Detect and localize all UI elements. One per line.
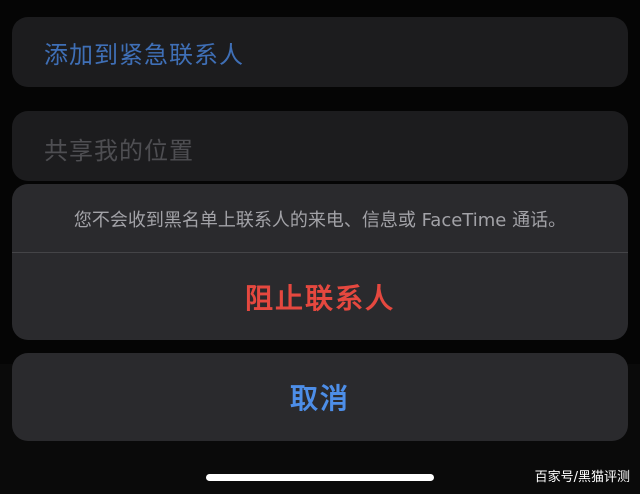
add-emergency-contact-label: 添加到紧急联系人	[44, 40, 244, 69]
action-sheet: 您不会收到黑名单上联系人的来电、信息或 FaceTime 通话。 阻止联系人	[12, 184, 628, 340]
cancel-button[interactable]: 取消	[12, 353, 628, 441]
home-indicator[interactable]	[206, 474, 434, 481]
add-emergency-contact-row[interactable]: 添加到紧急联系人	[12, 17, 628, 87]
share-location-row[interactable]: 共享我的位置	[12, 111, 628, 181]
share-location-label: 共享我的位置	[44, 137, 194, 165]
block-contact-button[interactable]: 阻止联系人	[12, 253, 628, 340]
screen: 添加到紧急联系人 共享我的位置 您不会收到黑名单上联系人的来电、信息或 Face…	[0, 0, 640, 494]
action-sheet-message: 您不会收到黑名单上联系人的来电、信息或 FaceTime 通话。	[73, 210, 567, 231]
watermark: 百家号/黑猫评测	[534, 470, 630, 485]
